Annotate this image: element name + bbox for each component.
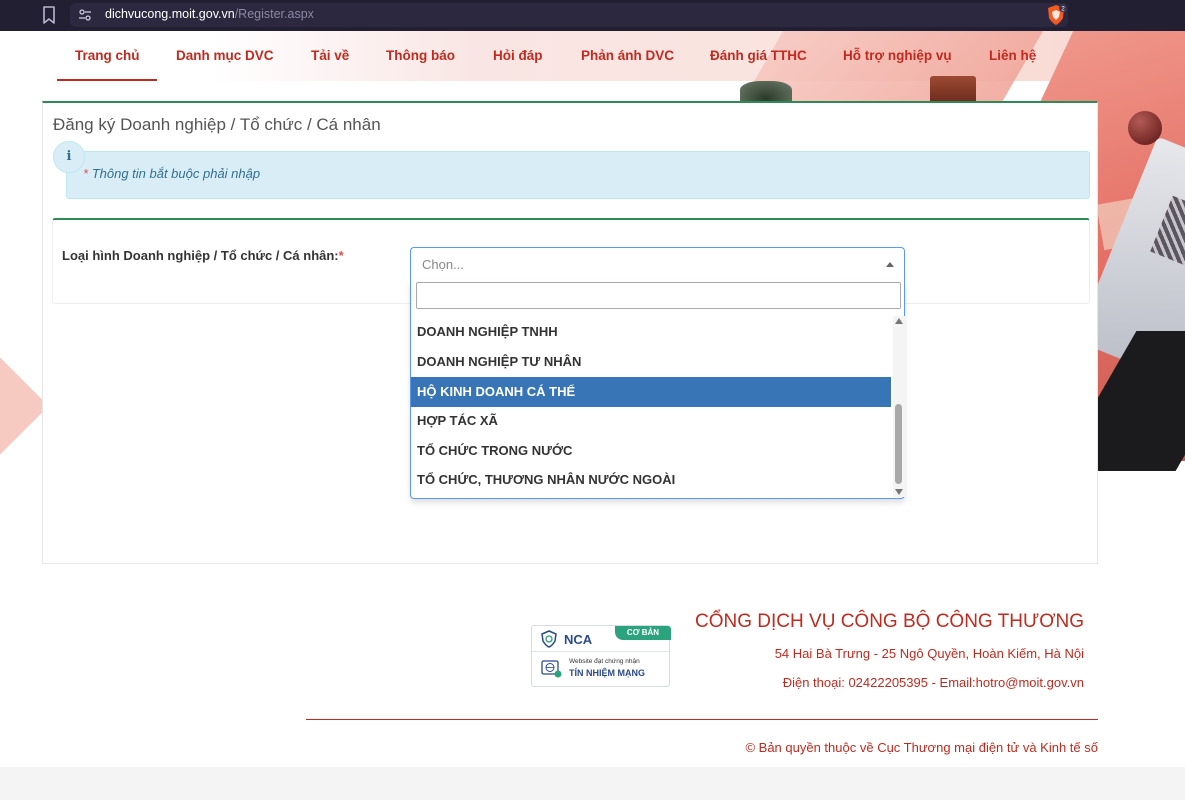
info-message: Thông tin bắt buộc phải nhập: [91, 166, 261, 181]
scroll-up-arrow-icon[interactable]: [895, 318, 903, 324]
required-star: *: [338, 248, 344, 263]
url-text: dichvucong.moit.gov.vn/Register.aspx: [105, 7, 314, 21]
business-type-label: Loại hình Doanh nghiệp / Tổ chức / Cá nh…: [62, 248, 344, 263]
business-type-label-text: Loại hình Doanh nghiệp / Tổ chức / Cá nh…: [62, 248, 339, 263]
page-bottom-strip: [0, 767, 1185, 800]
nav-downloads[interactable]: Tải về: [311, 48, 349, 63]
page-title: Đăng ký Doanh nghiệp / Tổ chức / Cá nhân: [53, 115, 381, 134]
option-item-selected[interactable]: HỘ KINH DOANH CÁ THỂ: [411, 377, 891, 407]
browser-toolbar: dichvucong.moit.gov.vn/Register.aspx 2: [0, 0, 1185, 31]
nav-support[interactable]: Hỗ trợ nghiệp vụ: [843, 48, 952, 63]
option-item[interactable]: DOANH NGHIỆP TƯ NHÂN: [411, 347, 891, 377]
option-item[interactable]: HỢP TÁC XÃ: [411, 406, 891, 436]
plant-decoration: [740, 81, 792, 103]
nav-active-indicator: [57, 79, 157, 81]
main-nav: Trang chủ Danh mục DVC Tải về Thông báo …: [0, 31, 1185, 81]
nav-contact[interactable]: Liên hệ: [989, 48, 1036, 63]
nca-brand: NCA: [564, 632, 593, 647]
address-bar[interactable]: dichvucong.moit.gov.vn/Register.aspx: [70, 3, 1068, 27]
nav-evaluation[interactable]: Đánh giá TTHC: [710, 48, 807, 63]
site-settings-icon[interactable]: [78, 8, 92, 22]
url-path: /Register.aspx: [234, 7, 314, 21]
option-item[interactable]: DOANH NGHIỆP TNHH: [411, 318, 891, 347]
select-dropdown: DOANH NGHIỆP TNHH DOANH NGHIỆP TƯ NHÂN H…: [410, 280, 905, 499]
option-item[interactable]: TỔ CHỨC, THƯƠNG NHÂN NƯỚC NGOÀI: [411, 465, 891, 495]
dropdown-search-input[interactable]: [416, 282, 901, 309]
dropdown-scrollbar[interactable]: [893, 316, 905, 497]
portal-contact: Điện thoại: 02422205395 - Email:hotro@mo…: [782, 675, 1084, 690]
required-star: *: [83, 166, 89, 181]
shield-icon: [541, 630, 557, 648]
scrollbar-thumb[interactable]: [895, 404, 902, 484]
business-type-select[interactable]: Chọn...: [410, 247, 905, 281]
caret-up-icon: [886, 262, 894, 267]
info-text: * Thông tin bắt buộc phải nhập: [83, 166, 260, 181]
url-host: dichvucong.moit.gov.vn: [105, 7, 235, 21]
nav-service-catalog[interactable]: Danh mục DVC: [176, 48, 274, 63]
option-list: DOANH NGHIỆP TNHH DOANH NGHIỆP TƯ NHÂN H…: [411, 318, 891, 495]
scroll-down-arrow-icon[interactable]: [895, 489, 903, 495]
portal-address: 54 Hai Bà Trưng - 25 Ngô Quyền, Hoàn Kiế…: [774, 646, 1084, 661]
select-placeholder: Chọn...: [422, 257, 464, 272]
nav-feedback[interactable]: Phản ánh DVC: [581, 48, 674, 63]
nav-home[interactable]: Trang chủ: [75, 48, 140, 63]
info-icon: i: [53, 141, 85, 173]
footer-divider: [306, 719, 1098, 720]
option-item[interactable]: TỔ CHỨC TRONG NƯỚC: [411, 436, 891, 466]
portal-name: CỔNG DỊCH VỤ CÔNG BỘ CÔNG THƯƠNG: [695, 611, 1084, 632]
bookmark-icon[interactable]: [40, 5, 58, 25]
info-alert: * Thông tin bắt buộc phải nhập: [66, 151, 1090, 199]
nav-announcements[interactable]: Thông báo: [386, 48, 455, 63]
globe-icon: [541, 660, 562, 678]
nav-faq[interactable]: Hỏi đáp: [493, 48, 543, 63]
brave-shield-icon[interactable]: 2: [1043, 2, 1069, 28]
copyright-text: © Bản quyền thuộc về Cục Thương mại điện…: [745, 740, 1098, 755]
